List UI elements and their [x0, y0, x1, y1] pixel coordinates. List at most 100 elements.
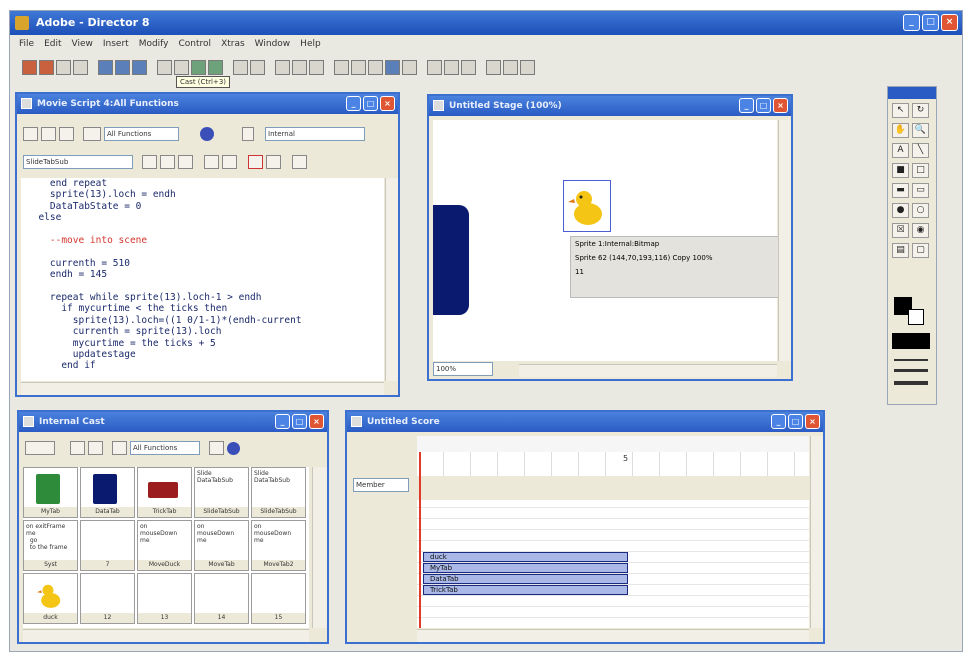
rect-tool-icon[interactable]: □ [912, 163, 929, 178]
field-tool-icon[interactable]: ▤ [892, 243, 909, 258]
filled-round-rect-tool-icon[interactable]: ▬ [892, 183, 909, 198]
copy-icon[interactable] [191, 59, 206, 75]
line-width-medium[interactable] [894, 369, 928, 372]
tool-palette-titlebar[interactable] [888, 87, 936, 99]
menu-view[interactable]: View [69, 36, 96, 52]
import-icon[interactable] [73, 59, 88, 75]
script-editor[interactable]: end repeat sprite(13).loch = endh DataTa… [21, 178, 384, 381]
add-script-button[interactable] [23, 127, 38, 141]
script-minimize-button[interactable]: _ [346, 96, 361, 111]
message-window-icon[interactable] [503, 59, 518, 75]
cast-member-script-icon[interactable] [209, 441, 224, 455]
uncomment-icon[interactable] [178, 155, 193, 169]
property-inspector-icon[interactable] [385, 59, 400, 75]
cast-member-thumbnail[interactable]: Slide DataTabSub SlideTabSub [194, 467, 249, 518]
play-icon[interactable] [309, 59, 324, 75]
data-tab-sprite[interactable] [433, 205, 469, 315]
open-icon[interactable] [56, 59, 71, 75]
score-horizontal-scrollbar[interactable] [417, 629, 809, 642]
cast-vertical-scrollbar[interactable] [312, 467, 327, 628]
menu-modify[interactable]: Modify [136, 36, 172, 52]
cast-member-thumbnail[interactable]: 12 [80, 573, 135, 624]
cast-member-thumbnail[interactable]: on mouseDown me MoveTab [194, 520, 249, 571]
previous-cast-member-button[interactable] [70, 441, 85, 455]
script-category-select[interactable]: Internal [265, 127, 365, 141]
cut-icon[interactable] [174, 59, 189, 75]
save-all-icon[interactable] [115, 59, 130, 75]
score-sprite-tricktab[interactable]: TrickTab [423, 585, 628, 595]
cast-minimize-button[interactable]: _ [275, 414, 290, 429]
cast-member-info-icon[interactable] [227, 441, 240, 455]
watch-expression-icon[interactable] [266, 155, 281, 169]
text-window-icon[interactable] [461, 59, 476, 75]
cast-member-select[interactable]: All Functions [130, 441, 200, 455]
score-frame-ruler[interactable]: 5 [417, 452, 809, 477]
cast-member-thumbnail[interactable]: on mouseDown me MoveDuck [137, 520, 192, 571]
score-effects-channels[interactable] [417, 476, 809, 501]
alphabetical-lingo-icon[interactable] [204, 155, 219, 169]
button-tool-icon[interactable]: ▢ [912, 243, 929, 258]
close-button[interactable]: × [941, 14, 958, 31]
stage-zoom-select[interactable]: 100% [433, 362, 493, 376]
toggle-breakpoint-icon[interactable] [248, 155, 263, 169]
drag-cast-member-icon[interactable] [112, 441, 127, 455]
score-vertical-scrollbar[interactable] [810, 436, 823, 628]
new-cast-icon[interactable] [39, 59, 54, 75]
previous-script-button[interactable] [41, 127, 56, 141]
rotate-tool-icon[interactable]: ↻ [912, 103, 929, 118]
score-minimize-button[interactable]: _ [771, 414, 786, 429]
cast-member-thumbnail[interactable]: MyTab [23, 467, 78, 518]
cast-member-thumbnail[interactable]: on mouseDown me MoveTab2 [251, 520, 306, 571]
cast-horizontal-scrollbar[interactable] [23, 629, 309, 642]
score-grid[interactable]: Member 5 duck MyTab DataTab TrickTab [351, 436, 809, 628]
line-width-thin[interactable] [894, 359, 928, 361]
menu-file[interactable]: File [16, 36, 37, 52]
cast-member-thumbnail[interactable]: TrickTab [137, 467, 192, 518]
cast-member-thumbnail[interactable]: Slide DataTabSub SlideTabSub [251, 467, 306, 518]
info-icon[interactable] [200, 127, 214, 141]
script-maximize-button[interactable]: □ [363, 96, 378, 111]
score-sprite-datatab[interactable]: DataTab [423, 574, 628, 584]
score-window-icon[interactable] [368, 59, 383, 75]
line-width-thick[interactable] [894, 381, 928, 385]
menu-control[interactable]: Control [176, 36, 215, 52]
background-color-chip[interactable] [908, 309, 924, 325]
next-script-button[interactable] [59, 127, 74, 141]
checkbox-tool-icon[interactable]: ☒ [892, 223, 909, 238]
zoom-tool-icon[interactable]: 🔍 [912, 123, 929, 138]
score-close-button[interactable]: × [805, 414, 820, 429]
recompile-icon[interactable] [292, 155, 307, 169]
script-vertical-scrollbar[interactable] [385, 178, 398, 381]
filled-ellipse-tool-icon[interactable]: ● [892, 203, 909, 218]
stage-close-button[interactable]: × [773, 98, 788, 113]
score-sprite-mytab[interactable]: MyTab [423, 563, 628, 573]
stage-window-icon[interactable] [334, 59, 349, 75]
filled-rect-tool-icon[interactable]: ■ [892, 163, 909, 178]
menu-insert[interactable]: Insert [100, 36, 132, 52]
score-maximize-button[interactable]: □ [788, 414, 803, 429]
pattern-chip[interactable] [892, 333, 930, 349]
score-markers-channel[interactable] [417, 436, 809, 453]
cast-member-thumbnail[interactable]: 13 [137, 573, 192, 624]
go-to-handler-icon[interactable] [142, 155, 157, 169]
next-cast-member-button[interactable] [88, 441, 103, 455]
text-tool-icon[interactable]: A [892, 143, 909, 158]
menu-edit[interactable]: Edit [41, 36, 64, 52]
paint-window-icon[interactable] [427, 59, 442, 75]
stage-minimize-button[interactable]: _ [739, 98, 754, 113]
undo-icon[interactable] [157, 59, 172, 75]
handler-select[interactable]: SlideTabSub [23, 155, 133, 169]
comment-icon[interactable] [160, 155, 175, 169]
minimize-button[interactable]: _ [903, 14, 920, 31]
menu-xtras[interactable]: Xtras [218, 36, 248, 52]
score-window-titlebar[interactable]: Untitled Score _ □ × [347, 412, 823, 432]
stage-horizontal-scrollbar[interactable] [519, 364, 777, 377]
new-movie-icon[interactable] [22, 59, 37, 75]
hand-tool-icon[interactable]: ✋ [892, 123, 909, 138]
script-window-icon[interactable] [486, 59, 501, 75]
script-horizontal-scrollbar[interactable] [21, 382, 384, 395]
score-sprite-duck[interactable]: duck [423, 552, 628, 562]
exchange-icon[interactable] [250, 59, 265, 75]
cast-member-thumbnail[interactable]: DataTab [80, 467, 135, 518]
stage-canvas[interactable]: Sprite 1:Internal:Bitmap Sprite 62 (144,… [433, 120, 784, 361]
